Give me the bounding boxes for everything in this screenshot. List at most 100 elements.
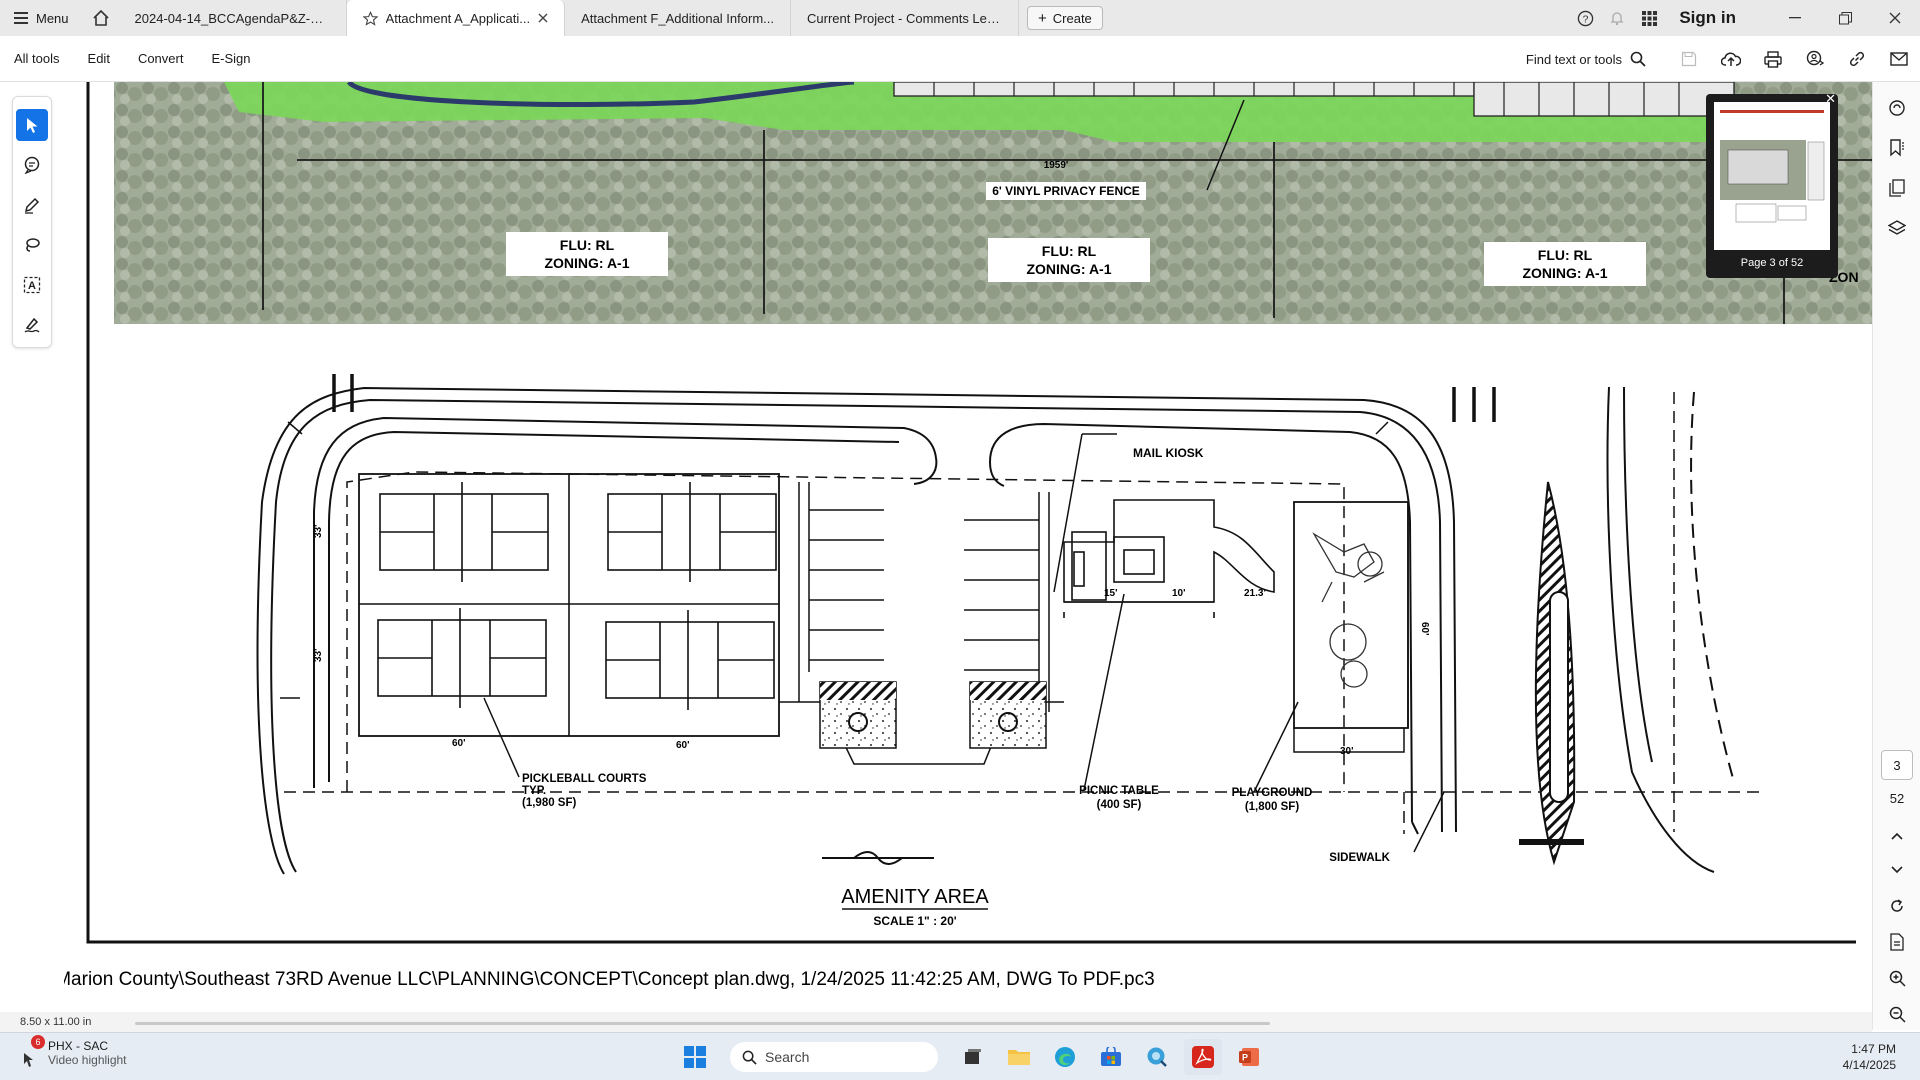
apps-grid-icon bbox=[1641, 10, 1657, 26]
rotate-button[interactable] bbox=[1873, 890, 1920, 922]
restore-button[interactable] bbox=[1820, 0, 1870, 36]
taskbar-search[interactable]: Search bbox=[730, 1042, 938, 1072]
horizontal-scrollbar[interactable] bbox=[135, 1022, 1270, 1025]
playground-label-1: PLAYGROUND bbox=[1232, 787, 1313, 799]
create-button[interactable]: + Create bbox=[1027, 6, 1103, 30]
zoom-out-icon bbox=[1889, 1006, 1906, 1023]
next-page-button[interactable] bbox=[1873, 854, 1920, 886]
notifications-button[interactable] bbox=[1601, 0, 1633, 36]
home-button[interactable] bbox=[83, 0, 119, 36]
print-button[interactable] bbox=[1752, 36, 1794, 82]
printer-icon bbox=[1764, 50, 1782, 68]
pages-icon bbox=[1889, 179, 1905, 197]
menu-button[interactable]: Menu bbox=[0, 0, 83, 36]
find-tools-button[interactable]: Find text or tools bbox=[1526, 51, 1668, 67]
sign-tool[interactable] bbox=[16, 309, 48, 341]
sidewalk-label: SIDEWALK bbox=[1329, 852, 1390, 864]
store-button[interactable] bbox=[1092, 1039, 1130, 1075]
layers-button[interactable] bbox=[1873, 212, 1920, 244]
convert-menu[interactable]: Convert bbox=[124, 51, 198, 66]
edge-browser-button[interactable] bbox=[1046, 1039, 1084, 1075]
search-icon bbox=[1630, 51, 1646, 67]
page-thumbnail[interactable] bbox=[1714, 102, 1830, 250]
system-clock[interactable]: 1:47 PM 4/14/2025 bbox=[1843, 1041, 1896, 1073]
page-thumbnail-popup[interactable]: ✕ Page 3 of 52 bbox=[1706, 91, 1838, 278]
tab-agenda[interactable]: 2024-04-14_BCCAgendaP&Z-1p... bbox=[119, 0, 347, 36]
esign-menu[interactable]: E-Sign bbox=[197, 51, 264, 66]
close-window-button[interactable] bbox=[1870, 0, 1920, 36]
tab-attachment-a[interactable]: Attachment A_Applicati... bbox=[346, 0, 566, 36]
current-page-input[interactable]: 3 bbox=[1881, 750, 1913, 780]
page-display-button[interactable] bbox=[1873, 926, 1920, 958]
file-path-footer: S:\Marion County\Southeast 73RD Avenue L… bbox=[64, 969, 1155, 990]
widget-subtitle: Video highlight bbox=[48, 1053, 127, 1067]
dim-30: 30' bbox=[1340, 746, 1354, 757]
dim-21: 21.3' bbox=[1244, 588, 1266, 599]
task-view-button[interactable] bbox=[954, 1039, 992, 1075]
zoning-zone-text: ZONING: A-1 bbox=[544, 255, 629, 271]
tab-label: Attachment A_Applicati... bbox=[385, 10, 531, 26]
dim-60-playground: 60' bbox=[1419, 622, 1430, 636]
document-viewport[interactable]: FLU: RL ZONING: A-1 FLU: RL ZONING: A-1 … bbox=[64, 82, 1872, 1020]
playground-label-2: (1,800 SF) bbox=[1245, 801, 1299, 813]
help-icon: ? bbox=[1577, 10, 1594, 26]
tab-attachment-f[interactable]: Attachment F_Additional Inform... bbox=[565, 0, 791, 36]
zoom-in-button[interactable] bbox=[1873, 962, 1920, 994]
highlight-tool[interactable] bbox=[16, 189, 48, 221]
apps-button[interactable] bbox=[1633, 0, 1665, 36]
comment-tool[interactable] bbox=[16, 149, 48, 181]
taskbar-apps: Search P bbox=[676, 1039, 1268, 1075]
plus-icon: + bbox=[1038, 9, 1047, 27]
previous-page-button[interactable] bbox=[1873, 820, 1920, 852]
playground-edge bbox=[1293, 502, 1409, 753]
email-button[interactable] bbox=[1878, 36, 1920, 82]
mail-kiosk-label: MAIL KIOSK bbox=[1133, 446, 1204, 460]
signature-pen-icon bbox=[24, 317, 40, 333]
bookmarks-button[interactable] bbox=[1873, 132, 1920, 164]
edge-icon bbox=[1055, 1047, 1075, 1067]
svg-text:P: P bbox=[1242, 1053, 1248, 1063]
help-button[interactable]: ? bbox=[1569, 0, 1601, 36]
copy-link-button[interactable] bbox=[1836, 36, 1878, 82]
widgets-button[interactable]: 6 PHX - SAC Video highlight bbox=[22, 1035, 127, 1069]
cloud-upload-icon bbox=[1721, 52, 1741, 66]
tab-label: 2024-04-14_BCCAgendaP&Z-1p... bbox=[134, 10, 330, 26]
edit-menu[interactable]: Edit bbox=[74, 51, 124, 66]
pen-icon bbox=[24, 197, 40, 214]
select-tool[interactable] bbox=[16, 109, 48, 141]
all-tools-menu[interactable]: All tools bbox=[0, 51, 74, 66]
zoom-out-button[interactable] bbox=[1873, 998, 1920, 1030]
mail-kiosk-plan bbox=[1063, 499, 1275, 618]
svg-text:?: ? bbox=[1582, 14, 1588, 25]
picnic-label-1: PICNIC TABLE bbox=[1079, 785, 1159, 797]
minimize-button[interactable] bbox=[1770, 0, 1820, 36]
dim-15: 15' bbox=[1104, 588, 1118, 599]
windows-taskbar: 6 PHX - SAC Video highlight Search P 1:4… bbox=[0, 1032, 1920, 1080]
svg-text:A: A bbox=[28, 280, 36, 292]
text-tool[interactable]: A bbox=[16, 269, 48, 301]
home-icon bbox=[92, 9, 109, 26]
acrobat-button[interactable] bbox=[1184, 1039, 1222, 1075]
upload-button[interactable] bbox=[1710, 36, 1752, 82]
pickleball-courts bbox=[377, 482, 777, 710]
zoning-zone-text: ZONING: A-1 bbox=[1026, 261, 1111, 277]
file-explorer-button[interactable] bbox=[1000, 1039, 1038, 1075]
tab-comments-letter[interactable]: Current Project - Comments Lett... bbox=[791, 0, 1019, 36]
clock-time: 1:47 PM bbox=[1851, 1042, 1896, 1056]
text-box-icon: A bbox=[23, 276, 41, 294]
sign-in-button[interactable]: Sign in bbox=[1665, 8, 1770, 28]
save-button[interactable] bbox=[1668, 36, 1710, 82]
page-view-icon bbox=[1890, 933, 1904, 951]
chevron-up-icon bbox=[1891, 832, 1903, 840]
powerpoint-button[interactable]: P bbox=[1230, 1039, 1268, 1075]
close-tab-icon[interactable] bbox=[538, 13, 548, 23]
start-button[interactable] bbox=[676, 1039, 714, 1075]
clock-date: 4/14/2025 bbox=[1842, 1058, 1896, 1072]
dim-33-upper: 33' bbox=[313, 524, 324, 538]
pages-button[interactable] bbox=[1873, 172, 1920, 204]
ai-assistant-button[interactable] bbox=[1873, 92, 1920, 124]
browser-app-button[interactable] bbox=[1138, 1039, 1176, 1075]
star-icon[interactable] bbox=[362, 10, 378, 26]
share-button[interactable] bbox=[1794, 36, 1836, 82]
draw-tool[interactable] bbox=[16, 229, 48, 261]
